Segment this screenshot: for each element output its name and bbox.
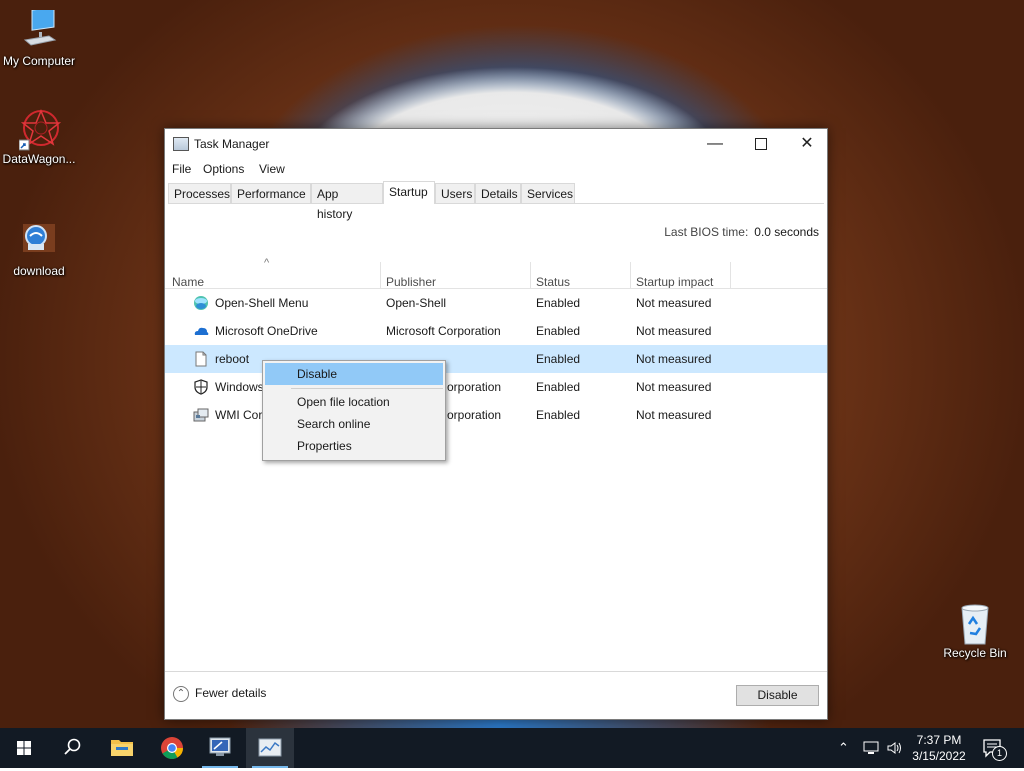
desktop-icon-my-computer[interactable]: My Computer xyxy=(1,6,77,68)
row-name: WMI Cor xyxy=(215,408,263,422)
title-bar[interactable]: Task Manager — ✕ xyxy=(165,129,827,159)
row-name: Windows xyxy=(215,380,264,394)
row-status: Enabled xyxy=(536,408,581,422)
column-divider[interactable] xyxy=(730,262,731,288)
tab-users[interactable]: Users xyxy=(435,183,475,203)
desktop-icon-label: DataWagon... xyxy=(2,152,76,166)
close-button[interactable]: ✕ xyxy=(784,129,830,159)
row-impact: Not measured xyxy=(636,408,712,422)
menu-file[interactable]: File xyxy=(172,162,191,176)
bios-time: Last BIOS time: 0.0 seconds xyxy=(664,225,819,239)
desktop-icon-label: Recycle Bin xyxy=(943,646,1007,660)
column-divider[interactable] xyxy=(530,262,531,288)
close-icon: ✕ xyxy=(800,135,814,152)
tab-processes[interactable]: Processes xyxy=(168,183,231,203)
tab-services[interactable]: Services xyxy=(521,183,575,203)
row-status: Enabled xyxy=(536,380,581,394)
row-publisher: Microsoft Corporation xyxy=(386,324,501,338)
bios-time-value: 0.0 seconds xyxy=(754,225,819,239)
row-status: Enabled xyxy=(536,352,581,366)
search-icon xyxy=(64,738,81,755)
search-button[interactable] xyxy=(48,728,96,768)
taskbar-chrome[interactable] xyxy=(148,728,196,768)
desktop-icon-download[interactable]: download xyxy=(1,220,77,278)
row-impact: Not measured xyxy=(636,324,712,338)
taskbar: ⌃ 7:37 PM 3/15/2022 1 xyxy=(0,728,1024,768)
start-button[interactable] xyxy=(0,728,48,768)
row-name: Microsoft OneDrive xyxy=(215,324,318,338)
clock-date: 3/15/2022 xyxy=(912,749,966,763)
tab-app-history[interactable]: App history xyxy=(311,183,383,221)
desktop-icon-label: My Computer xyxy=(2,54,76,68)
column-divider[interactable] xyxy=(380,262,381,288)
clock[interactable]: 7:37 PM 3/15/2022 xyxy=(906,732,972,764)
folder-icon xyxy=(111,740,133,756)
menu-view[interactable]: View xyxy=(259,162,285,176)
context-menu-item-search-online[interactable]: Search online xyxy=(265,413,443,435)
context-menu-item-disable[interactable]: Disable xyxy=(265,363,443,385)
row-name: reboot xyxy=(215,352,250,366)
table-row[interactable]: Microsoft OneDrive Microsoft Corporation… xyxy=(165,317,827,345)
download-icon xyxy=(19,220,59,260)
taskbar-task-manager[interactable] xyxy=(246,728,294,768)
tab-performance[interactable]: Performance xyxy=(231,183,311,203)
context-menu: Disable Open file location Search online… xyxy=(262,360,446,461)
computer-icon xyxy=(19,6,59,50)
row-impact: Not measured xyxy=(636,380,712,394)
desktop-icon-label: download xyxy=(13,264,65,278)
action-center-button[interactable]: 1 xyxy=(982,738,1007,763)
table-row[interactable]: Open-Shell Menu Open-Shell Enabled Not m… xyxy=(165,289,827,317)
window-footer: ⌃ Fewer details Disable xyxy=(165,671,827,720)
shield-icon xyxy=(193,379,209,395)
window-title: Task Manager xyxy=(194,137,270,151)
show-hidden-icons-button[interactable]: ⌃ xyxy=(838,740,849,756)
row-publisher: orporation xyxy=(447,408,502,422)
tab-details[interactable]: Details xyxy=(475,183,521,203)
maximize-button[interactable] xyxy=(738,129,784,159)
task-manager-icon xyxy=(173,137,189,151)
desktop-icon-datawagon[interactable]: DataWagon... xyxy=(1,108,77,166)
row-name: Open-Shell Menu xyxy=(215,296,309,310)
monitor-app-icon xyxy=(209,737,231,756)
desktop-icon-recycle-bin[interactable]: Recycle Bin xyxy=(937,602,1013,660)
open-shell-icon xyxy=(193,295,209,311)
chrome-icon xyxy=(161,737,183,759)
file-icon xyxy=(193,351,209,367)
minimize-button[interactable]: — xyxy=(692,129,738,159)
row-publisher: orporation xyxy=(447,380,502,394)
bios-time-label: Last BIOS time: xyxy=(664,225,749,239)
datawagon-icon xyxy=(18,108,62,151)
recycle-bin-icon xyxy=(955,602,995,645)
taskbar-file-explorer[interactable] xyxy=(98,728,146,768)
task-manager-icon xyxy=(258,738,282,757)
chevron-up-icon: ⌃ xyxy=(838,740,849,755)
wmi-icon xyxy=(193,407,209,423)
row-impact: Not measured xyxy=(636,352,712,366)
row-status: Enabled xyxy=(536,296,581,310)
row-status: Enabled xyxy=(536,324,581,338)
context-menu-item-open-file-location[interactable]: Open file location xyxy=(265,391,443,413)
menu-bar: File Options View xyxy=(165,159,827,181)
fewer-details-button[interactable]: ⌃ Fewer details xyxy=(173,686,266,702)
tab-startup[interactable]: Startup xyxy=(383,181,435,204)
fewer-details-label: Fewer details xyxy=(195,686,267,701)
clock-time: 7:37 PM xyxy=(916,733,962,747)
notification-count-badge: 1 xyxy=(992,746,1007,761)
row-impact: Not measured xyxy=(636,296,712,310)
onedrive-icon xyxy=(193,323,209,339)
row-publisher: Open-Shell xyxy=(386,296,447,310)
column-divider[interactable] xyxy=(630,262,631,288)
menu-options[interactable]: Options xyxy=(203,162,244,176)
taskbar-remote-desktop[interactable] xyxy=(196,728,244,768)
maximize-icon xyxy=(755,137,767,150)
sort-arrow-icon: ^ xyxy=(264,257,270,269)
tab-strip: Processes Performance App history Startu… xyxy=(168,181,824,221)
volume-icon[interactable] xyxy=(886,739,904,760)
context-menu-item-properties[interactable]: Properties xyxy=(265,435,443,457)
chevron-up-icon: ⌃ xyxy=(173,686,189,702)
windows-logo-icon xyxy=(17,741,31,755)
disable-button[interactable]: Disable xyxy=(736,685,819,706)
context-menu-separator xyxy=(291,388,443,389)
network-icon[interactable] xyxy=(862,739,880,760)
